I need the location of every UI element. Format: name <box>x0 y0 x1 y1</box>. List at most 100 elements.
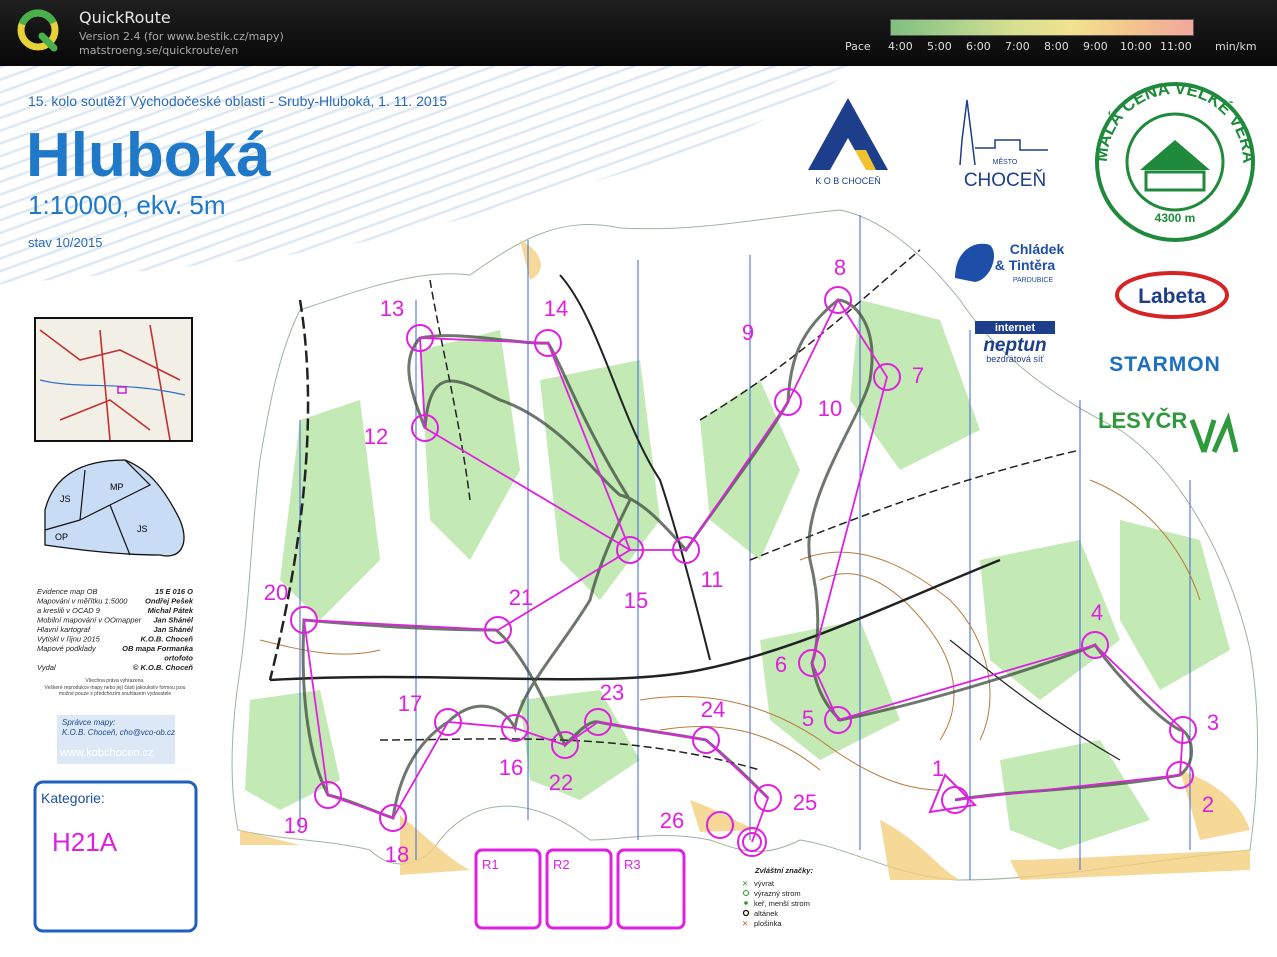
control-number: 24 <box>701 697 725 722</box>
credit-value: 15 E 016 O <box>155 587 193 596</box>
top-bar: QuickRoute Version 2.4 (for www.bestik.c… <box>0 0 1277 66</box>
relay-label: R2 <box>553 857 570 872</box>
pace-tick: 8:00 <box>1044 40 1069 53</box>
map-scale: 1:10000, ekv. 5m <box>28 190 226 220</box>
relay-boxes: R1 R2 R3 <box>474 848 686 930</box>
control-number: 6 <box>775 652 787 677</box>
control-number: 14 <box>544 296 568 321</box>
control-number: 26 <box>660 808 684 833</box>
pace-tick: 4:00 <box>888 40 913 53</box>
pace-unit: min/km <box>1215 40 1257 53</box>
orienteering-map[interactable]: 12345678910111213 14151617181920 212223242… <box>0 66 1277 957</box>
legend-item: keř, menší strom <box>754 899 810 908</box>
labeta-text: Labeta <box>1138 285 1206 308</box>
control-number: 7 <box>912 363 924 388</box>
area-label: MP <box>110 482 124 492</box>
area-label: JS <box>60 494 71 504</box>
chladek-text: Chládek <box>1010 241 1065 257</box>
pace-tick: 6:00 <box>966 40 991 53</box>
rights-text: Všechna práva vyhrazena. <box>85 678 144 684</box>
pace-tick: 11:00 <box>1160 40 1192 53</box>
map-name: Hluboká <box>26 121 271 190</box>
kob-text: K O B CHOCEŇ <box>815 176 881 186</box>
event-title: 15. kolo soutěží Východočeské oblasti - … <box>28 93 447 109</box>
control-number: 13 <box>380 296 404 321</box>
area-label: OP <box>55 532 68 542</box>
credit-label: Mobilní mapování v OOmapper <box>37 616 142 625</box>
control-number: 12 <box>364 424 388 449</box>
credit-value: Ondřej Pešek <box>145 597 194 606</box>
admin-label: Správce mapy: <box>62 718 115 727</box>
control-number: 11 <box>701 567 724 592</box>
control-number: 21 <box>509 585 533 610</box>
rights-text: možné pouze s předchozím souhlasem vydav… <box>59 691 172 697</box>
control-number: 1 <box>932 756 944 781</box>
control-number: 19 <box>284 813 308 838</box>
credit-value: Jan Shánél <box>153 616 194 625</box>
pace-tick: 7:00 <box>1005 40 1030 53</box>
category-value: H21A <box>52 827 118 857</box>
app-title: QuickRoute <box>79 8 171 27</box>
category-box: Kategorie: H21A <box>33 780 198 933</box>
control-number: 2 <box>1202 792 1214 817</box>
control-number: 18 <box>385 842 409 867</box>
lesy-text: LESYČR <box>1098 408 1187 433</box>
app-version: Version 2.4 (for www.bestik.cz/mapy) <box>79 30 284 43</box>
area-label: JS <box>137 524 148 534</box>
pace-color-scale[interactable] <box>890 19 1194 36</box>
control-number: 15 <box>624 588 648 613</box>
legend-item: altánek <box>754 909 778 918</box>
chladek-text: PARDUBICE <box>1013 277 1054 284</box>
admin-contact: K.O.B. Choceň, cho@vco-ob.cz <box>62 728 175 737</box>
relay-label: R3 <box>624 857 641 872</box>
credit-label: Mapové podklady <box>37 644 97 653</box>
control-number: 17 <box>398 691 422 716</box>
control-number: 3 <box>1207 710 1219 735</box>
admin-web[interactable]: www.kobchocen.cz <box>59 747 154 759</box>
control-number: 10 <box>818 396 842 421</box>
pace-tick: 10:00 <box>1120 40 1152 53</box>
control-number: 8 <box>834 255 846 280</box>
pace-tick: 9:00 <box>1083 40 1108 53</box>
control-number: 4 <box>1091 600 1103 625</box>
pace-tick: 5:00 <box>927 40 952 53</box>
category-label: Kategorie: <box>41 790 105 806</box>
relay-label: R1 <box>482 857 499 872</box>
control-number: 23 <box>600 680 624 705</box>
sponsor-neptun-logo: internet neptun bezdrátová síť <box>975 321 1055 364</box>
legend-symbol-icon: ✕ <box>742 919 748 928</box>
credit-value: Michal Pátek <box>148 606 194 615</box>
control-number: 5 <box>802 706 814 731</box>
legend-item: výrazný strom <box>754 889 801 898</box>
seal-distance: 4300 m <box>1155 211 1196 225</box>
legend-item: plošinka <box>754 919 782 928</box>
credit-label: Hlavní kartograf <box>37 625 91 634</box>
credit-label: Mapováni v měřítku 1:5000 <box>37 597 128 606</box>
legend-title: Zvláštní značky: <box>754 866 813 875</box>
control-number: 20 <box>264 580 288 605</box>
control-number: 16 <box>499 755 523 780</box>
internet-text: internet <box>995 322 1036 334</box>
credit-value: OB mapa Formanka <box>122 644 193 653</box>
neptun-sub-text: bezdrátová síť <box>986 354 1044 364</box>
credit-value: ortofoto <box>164 654 193 663</box>
starmon-text: STARMON <box>1109 353 1221 376</box>
credit-label: Evidence map OB <box>37 587 97 596</box>
overview-inset <box>34 317 193 442</box>
chladek-text: & Tintěra <box>995 257 1056 273</box>
quickroute-logo-icon <box>17 9 59 52</box>
control-number: 22 <box>549 770 573 795</box>
sponsor-labeta-logo: Labeta <box>1115 271 1229 319</box>
credit-label: Vydal <box>37 663 56 672</box>
mesto-small-text: MĚSTO <box>993 157 1018 166</box>
app-url: matstroeng.se/quickroute/en <box>79 44 239 57</box>
legend-symbol-icon: ✕ <box>742 879 748 888</box>
credit-value: Jan Shánél <box>153 625 194 634</box>
legend-symbol-icon <box>744 901 748 905</box>
neptun-text: neptun <box>983 335 1046 356</box>
pace-tick-labels: 4:00 5:00 6:00 7:00 8:00 9:00 10:00 11:0… <box>888 40 1220 54</box>
credit-label: Vytiskl v říjnu 2015 <box>37 635 101 644</box>
map-status: stav 10/2015 <box>28 235 102 250</box>
legend-item: vývrat <box>754 879 775 888</box>
credit-value: K.O.B. Choceň <box>140 635 193 644</box>
